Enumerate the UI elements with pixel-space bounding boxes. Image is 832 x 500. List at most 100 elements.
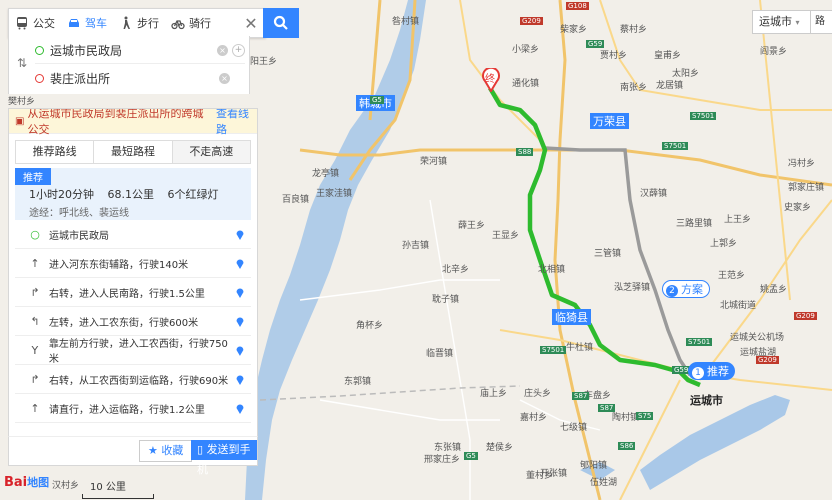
star-icon: ★ (148, 444, 158, 457)
walk-icon (119, 16, 133, 30)
map-town-label[interactable]: 耽子镇 (432, 292, 459, 305)
map-town-label[interactable]: 七级镇 (560, 420, 587, 433)
location-pin-icon[interactable] (235, 402, 245, 414)
map-town-label[interactable]: 庙上乡 (480, 386, 507, 399)
map-town-label[interactable]: 北辛乡 (442, 262, 469, 275)
map-town-label[interactable]: 汉村乡 (52, 478, 79, 491)
map-town-label[interactable]: 昝村镇 (392, 14, 419, 27)
list-item[interactable]: Y 靠左前方行驶，进入工农西街，行驶750米 (15, 336, 251, 365)
recommended-summary[interactable]: 推荐 1小时20分钟 68.1公里 6个红绿灯 途经：呼北线、裴运线 (15, 168, 251, 220)
map-city-label[interactable]: 临猗县 (552, 309, 591, 325)
tab-recommended[interactable]: 推荐路线 (16, 141, 95, 163)
start-field[interactable]: 运城市民政局 × + (35, 37, 245, 64)
recommend-badge-label: 推荐 (707, 365, 729, 378)
map-town-label[interactable]: 皇甫乡 (654, 48, 681, 61)
map-town-label[interactable]: 贾村乡 (600, 48, 627, 61)
map-town-label[interactable]: 阳王乡 (250, 54, 277, 67)
list-item[interactable]: ↱ 右转，从工农西街到运临路，行驶690米 (15, 365, 251, 394)
search-button[interactable] (263, 8, 299, 38)
map-town-label[interactable]: 北相镇 (538, 262, 565, 275)
map-town-label[interactable]: 庄头乡 (524, 386, 551, 399)
clear-icon[interactable]: × (219, 72, 230, 84)
map-town-label[interactable]: 王显乡 (492, 228, 519, 241)
map-town-label[interactable]: 三路里镇 (676, 216, 712, 229)
map-town-label[interactable]: 通化镇 (512, 76, 539, 89)
map-town-label[interactable]: 冯村乡 (788, 156, 815, 169)
map-town-label[interactable]: 郭家庄镇 (788, 180, 824, 193)
location-pin-icon[interactable] (235, 257, 245, 269)
map-town-label[interactable]: 郇阳镇 (580, 458, 607, 471)
map-town-label[interactable]: 上王乡 (724, 212, 751, 225)
mode-walk[interactable]: 步行 (113, 9, 165, 37)
logo-text: Bai (4, 475, 28, 490)
list-item[interactable]: ↑ 进入河东东街辅路，行驶140米 (15, 249, 251, 278)
end-field[interactable]: 裴庄派出所 × (35, 65, 245, 91)
map-town-label[interactable]: 荣河镇 (420, 154, 447, 167)
location-pin-icon[interactable] (235, 286, 245, 298)
map-city-label[interactable]: 运城市 (690, 392, 723, 408)
mode-bike[interactable]: 骑行 (165, 9, 217, 37)
map-town-label[interactable]: 三管镇 (594, 246, 621, 259)
map-town-label[interactable]: 泓芝驿镇 (614, 280, 650, 293)
send-to-phone-button[interactable]: ▯ 发送到手机 (191, 440, 257, 476)
map-town-label[interactable]: 东郭镇 (344, 374, 371, 387)
map-town-label[interactable]: 临晋镇 (426, 346, 453, 359)
mode-car[interactable]: 驾车 (61, 9, 113, 37)
tab-shortest[interactable]: 最短路程 (94, 141, 173, 163)
map-town-label[interactable]: 史家乡 (784, 200, 811, 213)
baidu-logo[interactable]: Bai地图 (4, 474, 49, 490)
tab-no-highway[interactable]: 不走高速 (172, 141, 250, 163)
step-text: 运城市民政局 (49, 230, 109, 242)
map-town-label[interactable]: 柴家乡 (560, 22, 587, 35)
clear-icon[interactable]: × (217, 44, 228, 56)
map-town-label[interactable]: 龙亭镇 (312, 166, 339, 179)
map-town-label[interactable]: 北城街道 (720, 298, 756, 311)
map-town-label[interactable]: 嘉村乡 (520, 410, 547, 423)
map-town-label[interactable]: 薛王乡 (458, 218, 485, 231)
map-town-label[interactable]: 姚孟乡 (760, 282, 787, 295)
map-town-label[interactable]: 董村乡 (526, 468, 553, 481)
map-town-label[interactable]: 王范乡 (718, 268, 745, 281)
map-town-label[interactable]: 百良镇 (282, 192, 309, 205)
map-town-label[interactable]: 牛杜镇 (566, 340, 593, 353)
map-town-label[interactable]: 南张乡 (620, 80, 647, 93)
list-item[interactable]: ↰ 左转，进入工农东街，行驶600米 (15, 307, 251, 336)
location-pin-icon[interactable] (235, 344, 245, 356)
end-marker[interactable]: 终 (481, 66, 501, 93)
map-town-label[interactable]: 运城关公机场 (730, 330, 784, 343)
plan-route-badge[interactable]: 2 方案 (662, 280, 710, 298)
map-town-label[interactable]: 孙吉镇 (402, 238, 429, 251)
map-town-label[interactable]: 角杯乡 (356, 318, 383, 331)
location-pin-icon[interactable] (235, 228, 245, 240)
list-item[interactable]: ○ 运城市民政局 (15, 220, 251, 249)
add-waypoint-icon[interactable]: + (232, 43, 245, 57)
map-city-label[interactable]: 万荣县 (590, 113, 629, 129)
map-town-label[interactable]: 阎景乡 (760, 44, 787, 57)
location-pin-icon[interactable] (235, 315, 245, 327)
recommend-route-badge[interactable]: 1 推荐 (688, 362, 735, 380)
map-town-label[interactable]: 楚侯乡 (486, 440, 513, 453)
city-select[interactable]: 运城市 ▾ (752, 10, 812, 34)
close-icon[interactable]: ✕ (237, 14, 265, 33)
route-number-badge: 1 (692, 367, 704, 379)
route-panel: ▣ 从运城市民政局到裴庄派出所的跨城公交 查看线路 推荐路线 最短路程 不走高速… (8, 108, 258, 465)
map-town-label[interactable]: 小梁乡 (512, 42, 539, 55)
map-town-label[interactable]: 陶村镇 (612, 410, 639, 423)
mode-bus[interactable]: 公交 (9, 9, 61, 37)
map-town-label[interactable]: 伍姓湖 (590, 475, 617, 488)
map-town-label[interactable]: 蔡村乡 (620, 22, 647, 35)
location-pin-icon[interactable] (235, 373, 245, 385)
list-item[interactable]: ↑ 请直行，进入运临路，行驶1.2公里 (15, 394, 251, 423)
map-town-label[interactable]: 上郭乡 (710, 236, 737, 249)
map-town-label[interactable]: 汉薛镇 (640, 186, 667, 199)
map-town-label[interactable]: 樊村乡 (8, 94, 35, 107)
swap-icon[interactable]: ⇅ (17, 56, 27, 70)
map-town-label[interactable]: 王家洼镇 (316, 186, 352, 199)
map-town-label[interactable]: 邢家庄乡 (424, 452, 460, 465)
list-item[interactable]: ↱ 右转，进入人民南路，行驶1.5公里 (15, 278, 251, 307)
road-condition-button[interactable]: 路 (810, 10, 832, 34)
logo-subtext: 地图 (27, 476, 50, 489)
favorite-button[interactable]: ★ 收藏 (139, 440, 193, 462)
map-town-label[interactable]: 龙居镇 (656, 78, 683, 91)
view-line-link[interactable]: 查看线路 (216, 109, 257, 137)
